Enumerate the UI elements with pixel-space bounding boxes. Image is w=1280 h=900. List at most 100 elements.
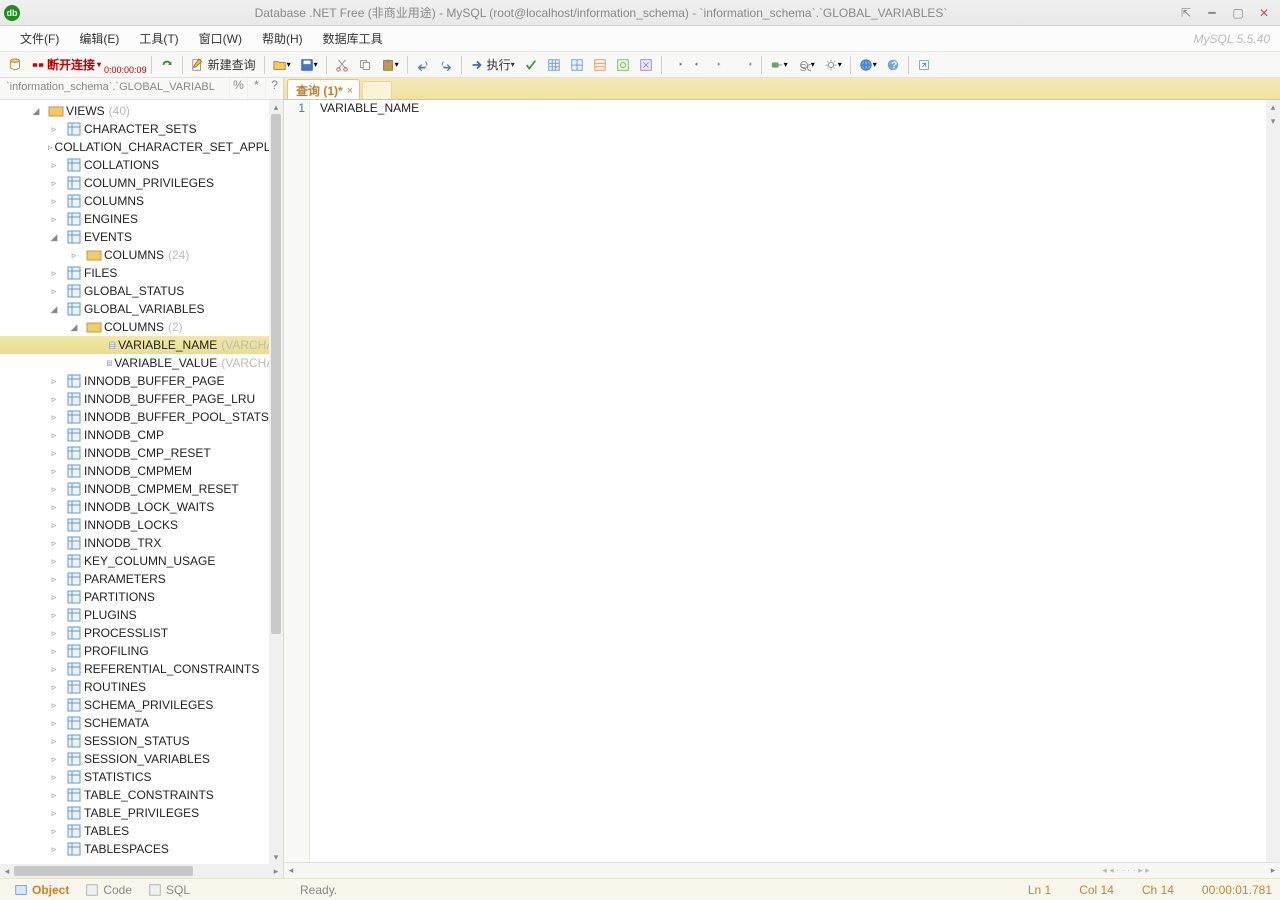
tree-view-character_sets[interactable]: ▹CHARACTER_SETS [0,120,283,138]
status-tab-sql[interactable]: SQL [142,881,196,899]
sidebar-tab[interactable]: `information_schema`.`GLOBAL_VARIABL [0,78,229,99]
tree-view-plugins[interactable]: ▹PLUGINS [0,606,283,624]
copy-icon[interactable] [354,54,376,76]
tree-view-global-variables[interactable]: ◢GLOBAL_VARIABLES [0,300,283,318]
sql-gear-icon[interactable]: SQL▾ [793,54,819,76]
sidebar-star-button[interactable]: * [247,78,265,99]
tree-column-variable-name[interactable]: VARIABLE_NAME(VARCHAR [0,336,283,354]
editor-code[interactable]: VARIABLE_NAME [310,100,1266,862]
tree-view-schemata[interactable]: ▹SCHEMATA [0,714,283,732]
editor-scrollbar-h[interactable]: ◂ ◂ ◂ · · · · ▸ ▸ ▸ [284,862,1280,878]
tree-view-processlist[interactable]: ▹PROCESSLIST [0,624,283,642]
export-icon[interactable] [913,54,935,76]
sidebar-scrollbar-h[interactable]: ◂▸ [0,864,283,878]
undo-icon[interactable] [412,54,434,76]
tree-view-table_privileges[interactable]: ▹TABLE_PRIVILEGES [0,804,283,822]
menu-dbtools[interactable]: 数据库工具 [313,28,393,49]
tree-column-variable-value[interactable]: VARIABLE_VALUE(VARCHAR [0,354,283,372]
tree-view-innodb_buffer_page[interactable]: ▹INNODB_BUFFER_PAGE [0,372,283,390]
tree-view-innodb_cmpmem[interactable]: ▹INNODB_CMPMEM [0,462,283,480]
tree-view-collations[interactable]: ▹COLLATIONS [0,156,283,174]
execute-button[interactable]: 执行▾ [466,54,519,76]
grid4-icon[interactable] [612,54,634,76]
editor-tab-new[interactable] [362,81,392,99]
tree-view-routines[interactable]: ▹ROUTINES [0,678,283,696]
disconnect-button[interactable]: 断开连接▾ [27,54,105,76]
refresh-icon[interactable] [156,54,178,76]
menu-file[interactable]: 文件(F) [10,28,69,49]
settings-icon[interactable]: ▾ [820,54,846,76]
tree-view-global-status[interactable]: ▹GLOBAL_STATUS [0,282,283,300]
menu-edit[interactable]: 编辑(E) [69,28,129,49]
sidebar-filter-button[interactable]: % [229,78,247,99]
help-icon[interactable]: ? [882,54,904,76]
grid3-icon[interactable] [589,54,611,76]
status-tab-code[interactable]: Code [79,881,138,899]
tree-view-session_variables[interactable]: ▹SESSION_VARIABLES [0,750,283,768]
tree-view-innodb_buffer_pool_stats[interactable]: ▹INNODB_BUFFER_POOL_STATS [0,408,283,426]
tree-view-partitions[interactable]: ▹PARTITIONS [0,588,283,606]
tree-views-folder[interactable]: ◢VIEWS(40) [0,102,283,120]
globe-icon[interactable]: ▾ [855,54,881,76]
connection-config-icon[interactable]: ▾ [766,54,792,76]
status-col: Col 14 [1079,883,1114,897]
tree-view-referential_constraints[interactable]: ▹REFERENTIAL_CONSTRAINTS [0,660,283,678]
new-query-button[interactable]: 新建查询 [187,54,260,76]
tree-view-profiling[interactable]: ▹PROFILING [0,642,283,660]
tree-view-key_column_usage[interactable]: ▹KEY_COLUMN_USAGE [0,552,283,570]
tree-view-engines[interactable]: ▹ENGINES [0,210,283,228]
save-icon[interactable]: ▾ [296,54,322,76]
close-icon[interactable]: ✕ [1252,4,1276,22]
tree-view-collation_character_set_applicability[interactable]: ▹COLLATION_CHARACTER_SET_APPLICABILITY [0,138,283,156]
redo-icon[interactable] [435,54,457,76]
status-line: Ln 1 [1028,883,1051,897]
tree-view-events[interactable]: ◢EVENTS [0,228,283,246]
tree-view-schema_privileges[interactable]: ▹SCHEMA_PRIVILEGES [0,696,283,714]
tree-events-columns[interactable]: ▹COLUMNS(24) [0,246,283,264]
editor-scrollbar-v[interactable]: ▴▾ [1266,100,1280,862]
tree-view-innodb_cmpmem_reset[interactable]: ▹INNODB_CMPMEM_RESET [0,480,283,498]
object-tree[interactable]: ◢VIEWS(40)▹CHARACTER_SETS▹COLLATION_CHAR… [0,100,283,864]
tree-view-files[interactable]: ▹FILES [0,264,283,282]
tree-view-tables[interactable]: ▹TABLES [0,822,283,840]
tree-view-innodb_trx[interactable]: ▹INNODB_TRX [0,534,283,552]
indent-icon[interactable] [735,54,757,76]
cut-icon[interactable] [331,54,353,76]
status-tab-object[interactable]: Object [8,881,75,899]
grid5-icon[interactable] [635,54,657,76]
check-icon[interactable] [520,54,542,76]
db-icon[interactable] [4,54,26,76]
tree-view-innodb_cmp_reset[interactable]: ▹INNODB_CMP_RESET [0,444,283,462]
sidebar-scrollbar-v[interactable]: ▴ ▾ [269,100,283,864]
open-icon[interactable]: ▾ [269,54,295,76]
editor-gutter: 1 [284,100,310,862]
tree-view-session_status[interactable]: ▹SESSION_STATUS [0,732,283,750]
outdent-icon[interactable] [712,54,734,76]
tree-view-tablespaces[interactable]: ▹TABLESPACES [0,840,283,858]
tree-view-innodb_lock_waits[interactable]: ▹INNODB_LOCK_WAITS [0,498,283,516]
menu-help[interactable]: 帮助(H) [252,28,313,49]
menu-tools[interactable]: 工具(T) [129,28,188,49]
minimize-icon[interactable]: ━ [1200,4,1224,22]
grid2-icon[interactable] [566,54,588,76]
popout-icon[interactable]: ⇱ [1174,4,1198,22]
maximize-icon[interactable]: ▢ [1226,4,1250,22]
tree-view-table_constraints[interactable]: ▹TABLE_CONSTRAINTS [0,786,283,804]
tree-view-innodb_cmp[interactable]: ▹INNODB_CMP [0,426,283,444]
tab-close-icon[interactable]: × [347,85,353,97]
tree-view-columns[interactable]: ▹COLUMNS [0,192,283,210]
tree-view-innodb_buffer_page_lru[interactable]: ▹INNODB_BUFFER_PAGE_LRU [0,390,283,408]
connection-timer: 0:00:00:09 [104,65,147,75]
tree-view-innodb_locks[interactable]: ▹INNODB_LOCKS [0,516,283,534]
sidebar-help-button[interactable]: ? [265,78,283,99]
menu-window[interactable]: 窗口(W) [189,28,252,49]
tree-view-column_privileges[interactable]: ▹COLUMN_PRIVILEGES [0,174,283,192]
tree-view-statistics[interactable]: ▹STATISTICS [0,768,283,786]
indent-right-icon[interactable] [689,54,711,76]
grid1-icon[interactable] [543,54,565,76]
editor-tab-query1[interactable]: 查询 (1)* × [287,79,360,99]
tree-gvars-columns[interactable]: ◢COLUMNS(2) [0,318,283,336]
paste-icon[interactable]: ▾ [377,54,403,76]
indent-left-icon[interactable] [666,54,688,76]
tree-view-parameters[interactable]: ▹PARAMETERS [0,570,283,588]
